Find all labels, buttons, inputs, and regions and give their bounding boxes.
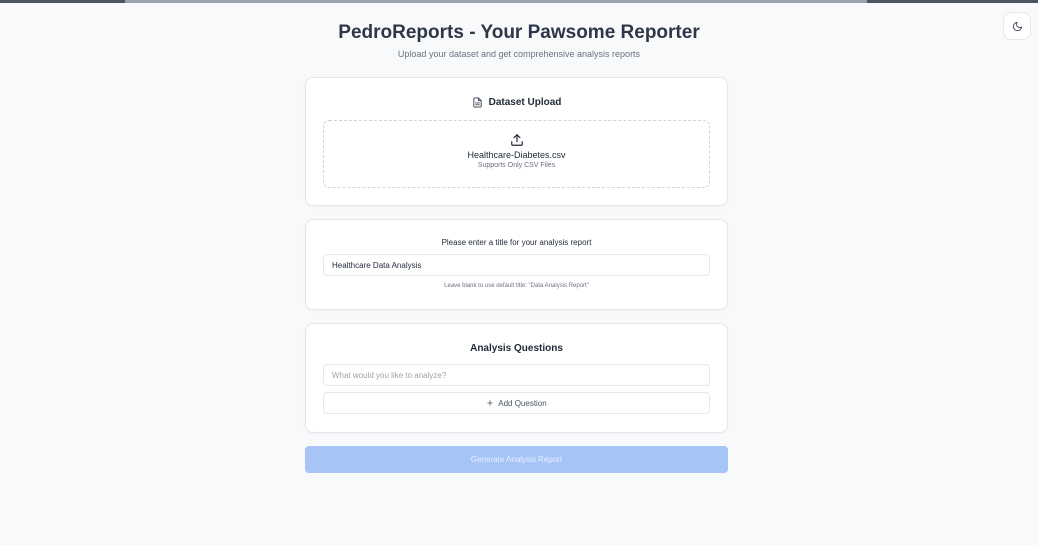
generate-report-button[interactable]: Generate Analysis Report	[305, 446, 728, 473]
question-input[interactable]	[323, 364, 710, 386]
dataset-upload-card: Dataset Upload Healthcare-Diabetes.csv S…	[305, 77, 728, 206]
page-subtitle: Upload your dataset and get comprehensiv…	[397, 49, 641, 59]
file-text-icon	[472, 97, 482, 108]
add-question-button[interactable]: Add Question	[323, 392, 710, 414]
report-title-card: Please enter a title for your analysis r…	[305, 219, 728, 310]
dataset-upload-heading-text: Dataset Upload	[488, 97, 562, 108]
page-header: PedroReports - Your Pawsome Reporter Upl…	[0, 20, 1038, 60]
plus-icon	[487, 400, 493, 406]
analysis-questions-card: Analysis Questions Add Question	[305, 323, 728, 433]
report-title-input[interactable]	[323, 254, 710, 276]
page-title: PedroReports - Your Pawsome Reporter	[338, 22, 700, 43]
file-dropzone[interactable]: Healthcare-Diabetes.csv Supports Only CS…	[323, 120, 710, 188]
report-title-label: Please enter a title for your analysis r…	[441, 238, 592, 247]
top-window-strip	[0, 0, 1038, 3]
selected-file-name: Healthcare-Diabetes.csv	[467, 150, 566, 160]
top-window-strip-highlight	[125, 0, 867, 3]
dataset-upload-heading: Dataset Upload	[306, 97, 727, 108]
report-title-help: Leave blank to use default title: "Data …	[444, 283, 589, 289]
add-question-label: Add Question	[498, 398, 547, 408]
file-type-hint: Supports Only CSV Files	[477, 162, 556, 169]
upload-icon	[510, 134, 523, 146]
analysis-questions-heading: Analysis Questions	[470, 343, 563, 354]
